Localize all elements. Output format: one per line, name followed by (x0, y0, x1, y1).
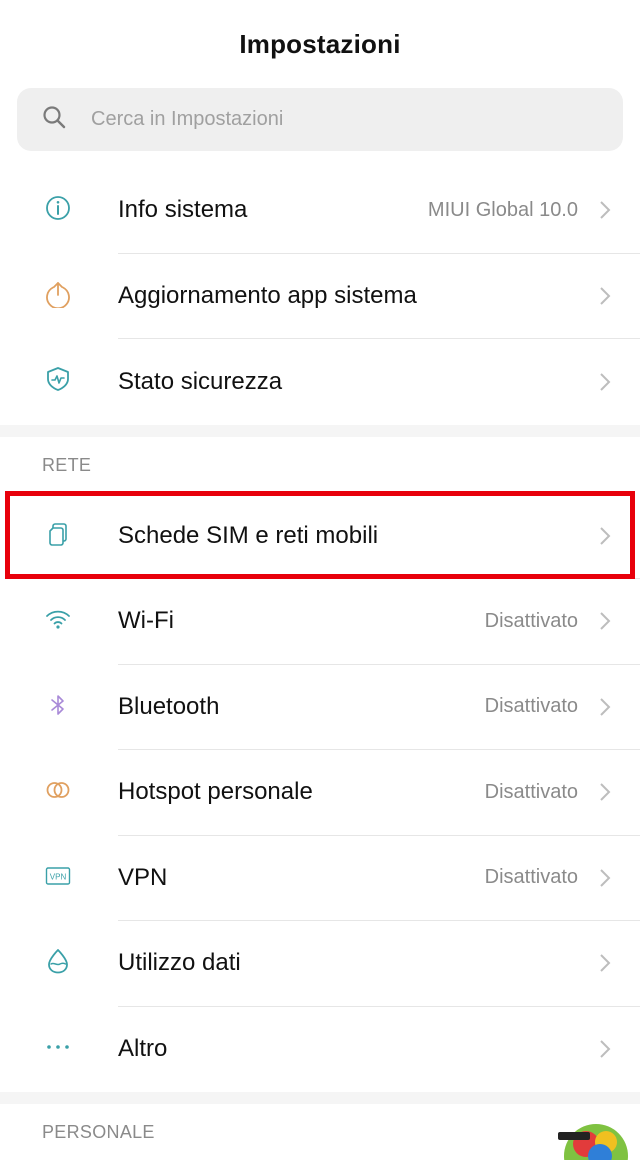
settings-item-hotspot[interactable]: Hotspot personale Disattivato (0, 750, 640, 836)
settings-item-label: Altro (118, 1035, 168, 1063)
settings-item-info-sistema[interactable]: Info sistema MIUI Global 10.0 (0, 168, 640, 254)
chevron-right-icon (600, 612, 611, 630)
wifi-icon (44, 605, 72, 638)
settings-item-vpn[interactable]: VPN VPN Disattivato (0, 836, 640, 921)
settings-item-value: Disattivato (484, 866, 578, 889)
watermark-logo (548, 1104, 636, 1160)
chevron-right-icon (600, 527, 611, 545)
shield-icon (44, 365, 72, 398)
section-header-rete: RETE (42, 454, 92, 475)
settings-item-schede-sim[interactable]: Schede SIM e reti mobili (0, 494, 640, 579)
update-arrow-icon (44, 280, 72, 313)
chevron-right-icon (600, 1040, 611, 1058)
more-dots-icon (44, 1033, 72, 1066)
search-icon (41, 104, 67, 135)
data-usage-icon (44, 947, 72, 980)
search-container: Cerca in Impostazioni (0, 88, 640, 168)
settings-item-label: Info sistema (118, 196, 248, 224)
settings-item-label: Stato sicurezza (118, 367, 283, 395)
section-header-personale: PERSONALE (42, 1122, 155, 1142)
settings-item-label: Aggiornamento app sistema (118, 281, 417, 309)
vpn-icon: VPN (44, 862, 72, 895)
header: Impostazioni (0, 0, 640, 88)
system-section: Info sistema MIUI Global 10.0 Aggiorname… (0, 168, 640, 425)
settings-item-label: Hotspot personale (118, 778, 313, 806)
settings-item-bluetooth[interactable]: Bluetooth Disattivato (0, 665, 640, 750)
chevron-right-icon (600, 287, 611, 305)
chevron-right-icon (600, 954, 611, 972)
page-title: Impostazioni (239, 28, 401, 59)
svg-text:VPN: VPN (50, 872, 67, 881)
settings-item-label: Wi-Fi (118, 607, 174, 635)
search-input[interactable]: Cerca in Impostazioni (17, 88, 623, 151)
section-divider (0, 1092, 640, 1104)
sim-card-icon (44, 520, 72, 553)
bluetooth-icon (44, 691, 72, 724)
settings-item-value: Disattivato (484, 780, 578, 803)
chevron-right-icon (600, 869, 611, 887)
chevron-right-icon (600, 201, 611, 219)
settings-item-stato-sicurezza[interactable]: Stato sicurezza (0, 339, 640, 425)
settings-item-wifi[interactable]: Wi-Fi Disattivato (0, 579, 640, 665)
settings-item-utilizzo-dati[interactable]: Utilizzo dati (0, 921, 640, 1007)
settings-item-value: MIUI Global 10.0 (427, 198, 578, 221)
settings-item-altro[interactable]: Altro (0, 1007, 640, 1093)
section-divider (0, 424, 640, 437)
info-icon (44, 194, 72, 227)
search-placeholder: Cerca in Impostazioni (91, 108, 284, 130)
settings-item-value: Disattivato (484, 609, 578, 632)
network-section: Schede SIM e reti mobili Wi-Fi Disattiva… (0, 494, 640, 1093)
hotspot-icon (44, 776, 72, 809)
chevron-right-icon (600, 373, 611, 391)
chevron-right-icon (600, 698, 611, 716)
chevron-right-icon (600, 783, 611, 801)
settings-item-value: Disattivato (484, 695, 578, 718)
settings-item-label: VPN (118, 863, 168, 891)
settings-item-label: Utilizzo dati (118, 949, 241, 977)
settings-item-label: Bluetooth (118, 692, 220, 720)
settings-item-aggiornamento-app[interactable]: Aggiornamento app sistema (0, 254, 640, 339)
settings-item-label: Schede SIM e reti mobili (118, 521, 379, 549)
